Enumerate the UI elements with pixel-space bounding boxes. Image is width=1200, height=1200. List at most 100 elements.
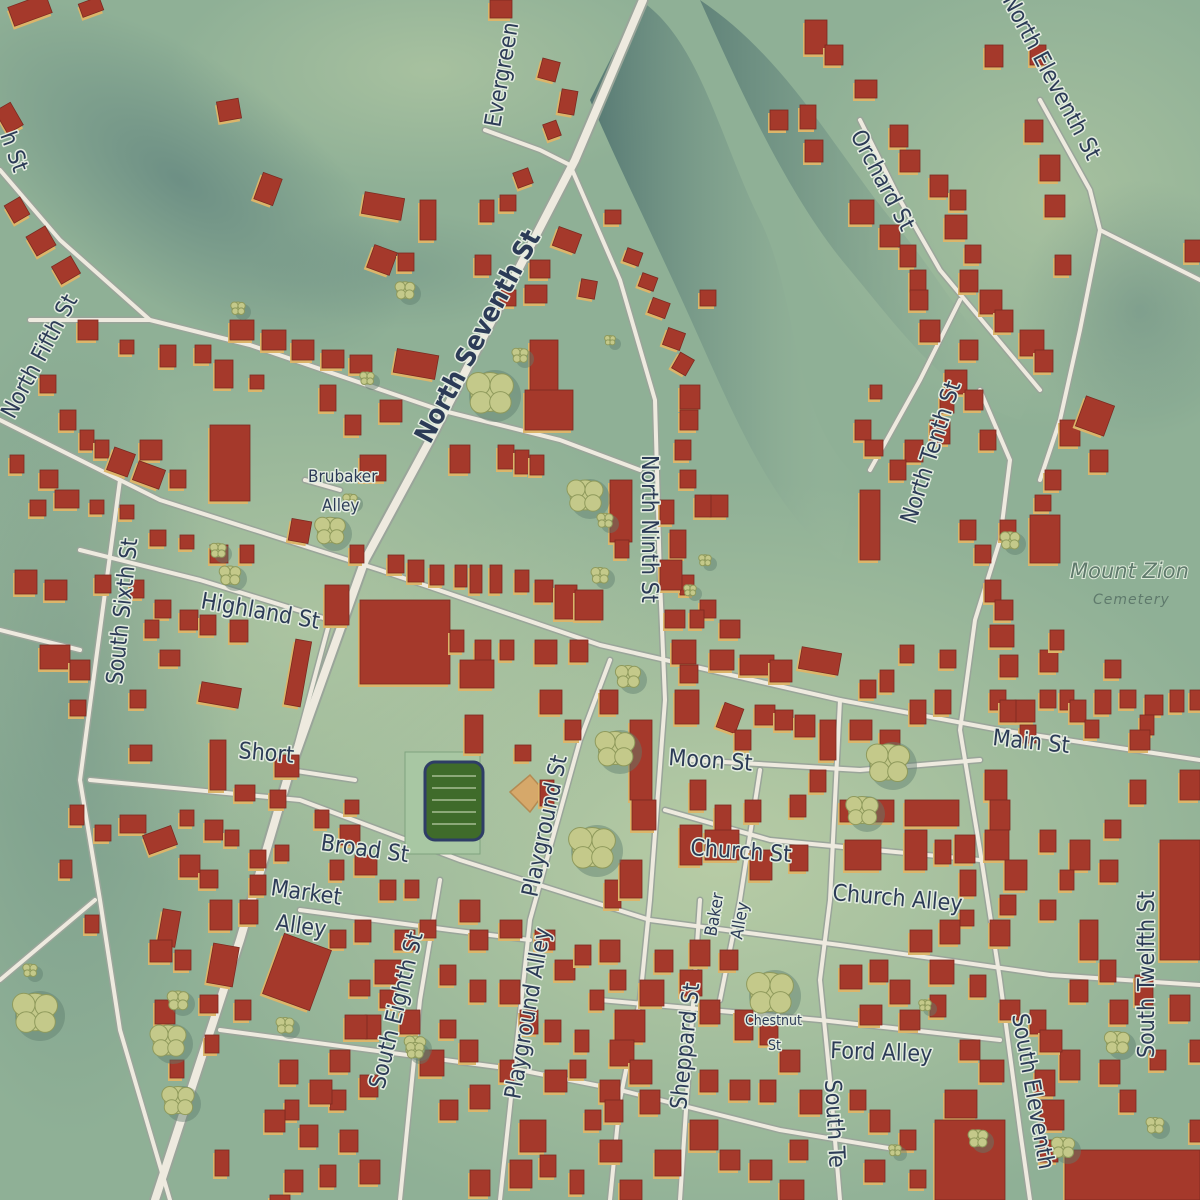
building: [93, 439, 110, 461]
building: [963, 244, 982, 266]
building: [573, 944, 592, 968]
brubaker-alley-label-line2: Alley: [322, 496, 359, 516]
building: [406, 559, 425, 585]
building: [688, 779, 707, 813]
building: [1003, 859, 1028, 893]
short-label: Short: [237, 738, 295, 769]
building: [993, 599, 1014, 623]
building: [678, 664, 699, 686]
building: [13, 569, 38, 597]
building: [513, 569, 530, 595]
building: [898, 644, 915, 666]
building: [903, 799, 960, 829]
building: [238, 544, 255, 566]
building: [978, 429, 997, 453]
building: [1083, 719, 1100, 741]
building: [598, 939, 621, 965]
building: [563, 719, 582, 743]
building: [583, 1109, 602, 1133]
building: [1068, 979, 1089, 1005]
building: [938, 649, 957, 671]
building: [498, 194, 517, 214]
building: [908, 699, 927, 727]
building: [1033, 494, 1052, 514]
building: [38, 644, 71, 672]
building: [968, 974, 987, 1000]
building: [328, 1049, 351, 1075]
building: [983, 769, 1008, 803]
building: [908, 1169, 927, 1191]
building: [858, 679, 877, 701]
building: [513, 449, 530, 477]
building: [93, 824, 112, 844]
building: [933, 839, 952, 867]
town-map[interactable]: North Seventh St Evergreen North Elevent…: [0, 0, 1200, 1200]
building: [698, 1069, 719, 1095]
building: [268, 789, 287, 811]
building: [868, 959, 889, 985]
building: [353, 919, 372, 945]
building: [888, 979, 911, 1007]
building: [213, 1149, 230, 1179]
building: [1043, 194, 1066, 220]
building: [178, 609, 199, 633]
building: [663, 609, 686, 631]
building: [238, 899, 259, 927]
building: [1028, 514, 1061, 566]
building: [903, 829, 928, 873]
building: [898, 149, 921, 175]
building: [1128, 779, 1147, 807]
building: [1068, 699, 1087, 725]
building: [1118, 689, 1137, 711]
building: [358, 1159, 381, 1187]
building: [260, 329, 287, 353]
building: [1168, 689, 1185, 715]
building: [488, 564, 503, 596]
south-twelfth-st-label: South Twelfth St: [1134, 891, 1160, 1058]
building: [778, 1049, 801, 1075]
building: [328, 859, 345, 883]
building: [268, 1194, 291, 1200]
building: [468, 564, 483, 596]
building: [508, 1159, 533, 1191]
building: [313, 809, 330, 831]
building: [1048, 629, 1065, 653]
building: [118, 339, 135, 357]
building: [1108, 999, 1129, 1027]
building: [498, 919, 523, 941]
building: [528, 454, 545, 478]
building: [878, 669, 895, 695]
building: [343, 799, 360, 817]
building: [538, 1154, 557, 1180]
building: [273, 844, 290, 864]
building: [608, 479, 633, 545]
building: [208, 899, 233, 933]
building: [513, 744, 532, 764]
building: [1103, 659, 1122, 681]
building: [78, 429, 95, 453]
building: [328, 929, 347, 951]
ford-alley-label: Ford Alley: [830, 1038, 933, 1068]
building: [688, 609, 705, 631]
building: [228, 619, 249, 645]
building: [638, 1089, 661, 1117]
building: [403, 879, 420, 901]
building: [198, 994, 219, 1016]
building: [1188, 1039, 1200, 1065]
building: [1038, 154, 1061, 184]
building: [748, 1159, 773, 1183]
building: [608, 969, 627, 993]
building: [573, 589, 604, 623]
building: [348, 979, 371, 999]
building: [988, 799, 1011, 833]
building: [843, 839, 882, 873]
building: [988, 919, 1011, 949]
building: [1043, 469, 1062, 493]
building: [58, 409, 77, 433]
building: [523, 284, 548, 306]
building: [678, 469, 697, 491]
chestnut-st-label-line1: Chestnut: [745, 1013, 802, 1029]
building: [285, 517, 313, 547]
building: [438, 1099, 459, 1123]
building: [278, 1059, 299, 1087]
